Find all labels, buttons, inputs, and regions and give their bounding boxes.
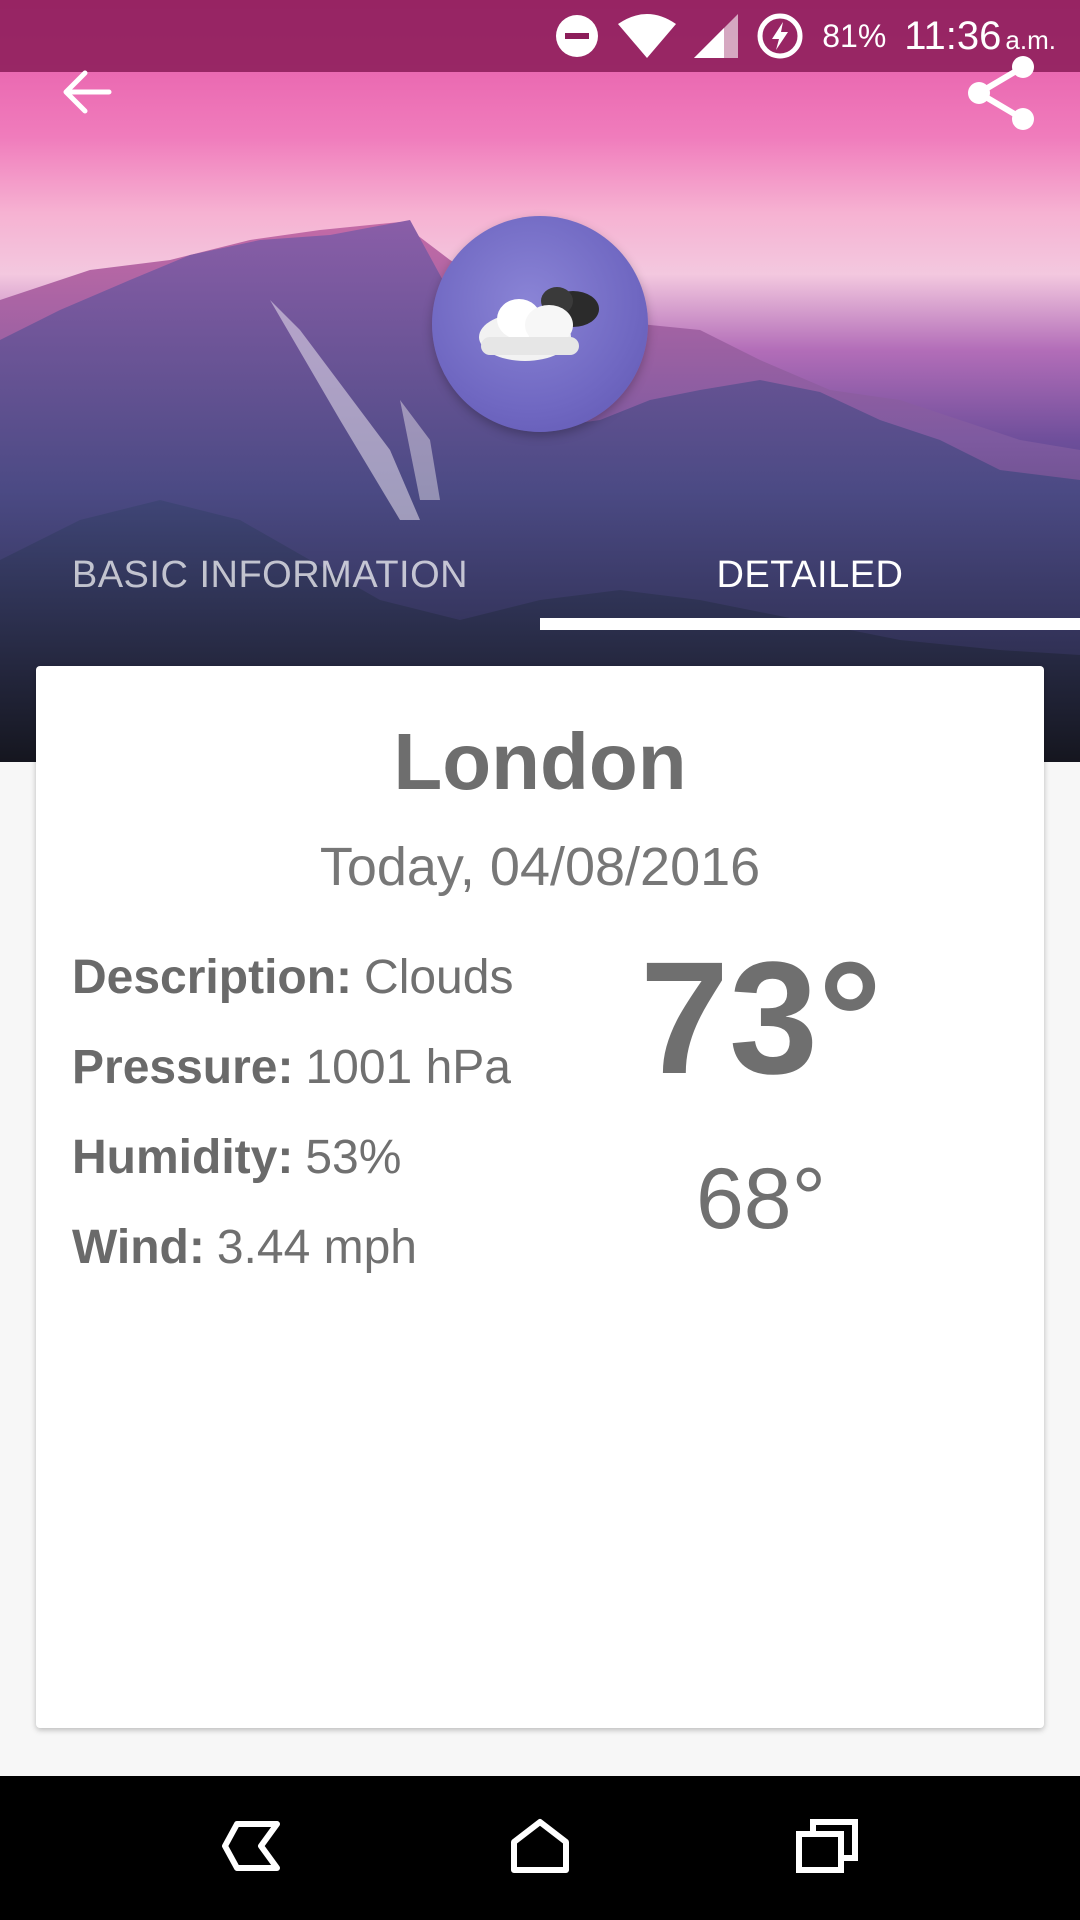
- share-button[interactable]: [956, 50, 1046, 140]
- detail-humidity: Humidity: 53%: [72, 1112, 592, 1202]
- detail-wind: Wind: 3.44 mph: [72, 1202, 592, 1292]
- detail-label: Humidity:: [72, 1130, 294, 1184]
- tab-detailed[interactable]: DETAILED: [540, 520, 1080, 630]
- home-nav-icon: [508, 1818, 572, 1879]
- tab-basic-information[interactable]: BASIC INFORMATION: [0, 520, 540, 630]
- cell-signal-icon: [694, 14, 739, 58]
- partly-cloudy-icon: [465, 267, 615, 382]
- detail-label: Description:: [72, 950, 353, 1004]
- detail-label: Wind:: [72, 1220, 205, 1274]
- detail-value: 53%: [305, 1130, 402, 1184]
- weather-detail-card: London Today, 04/08/2016 Description: Cl…: [36, 666, 1044, 1728]
- detail-value: Clouds: [364, 950, 514, 1004]
- detail-value: 3.44 mph: [216, 1220, 417, 1274]
- detail-pressure: Pressure: 1001 hPa: [72, 1022, 592, 1112]
- forecast-date: Today, 04/08/2016: [319, 837, 761, 897]
- temperature-high: 73°: [640, 928, 882, 1107]
- nav-recents-button[interactable]: [767, 1788, 887, 1908]
- city-name: London: [393, 717, 687, 806]
- tab-indicator: [540, 618, 1080, 630]
- weather-icon-circle: [432, 216, 648, 432]
- details-list: Description: Clouds Pressure: 1001 hPa H…: [72, 932, 592, 1292]
- app-root: 81% 11:36 a.m. BASIC INFORMATION DETAILE…: [0, 0, 1080, 1920]
- back-button[interactable]: [46, 54, 126, 134]
- recents-nav-icon: [795, 1818, 859, 1879]
- arrow-left-icon: [59, 65, 113, 124]
- share-icon: [961, 53, 1041, 138]
- battery-charging-icon: [756, 12, 804, 60]
- battery-percent: 81%: [822, 17, 887, 54]
- detail-value: 1001 hPa: [305, 1040, 511, 1094]
- temperature-low: 68°: [695, 1151, 827, 1247]
- nav-back-button[interactable]: [193, 1788, 313, 1908]
- detail-label: Pressure:: [72, 1040, 294, 1094]
- wifi-icon: [618, 14, 677, 58]
- status-bar: 81% 11:36 a.m.: [0, 0, 1080, 72]
- detail-description: Description: Clouds: [72, 932, 592, 1022]
- tab-bar: BASIC INFORMATION DETAILED: [0, 520, 1080, 630]
- do-not-disturb-icon: [554, 13, 600, 59]
- back-nav-icon: [221, 1818, 285, 1879]
- nav-home-button[interactable]: [480, 1788, 600, 1908]
- navigation-bar: [0, 1776, 1080, 1920]
